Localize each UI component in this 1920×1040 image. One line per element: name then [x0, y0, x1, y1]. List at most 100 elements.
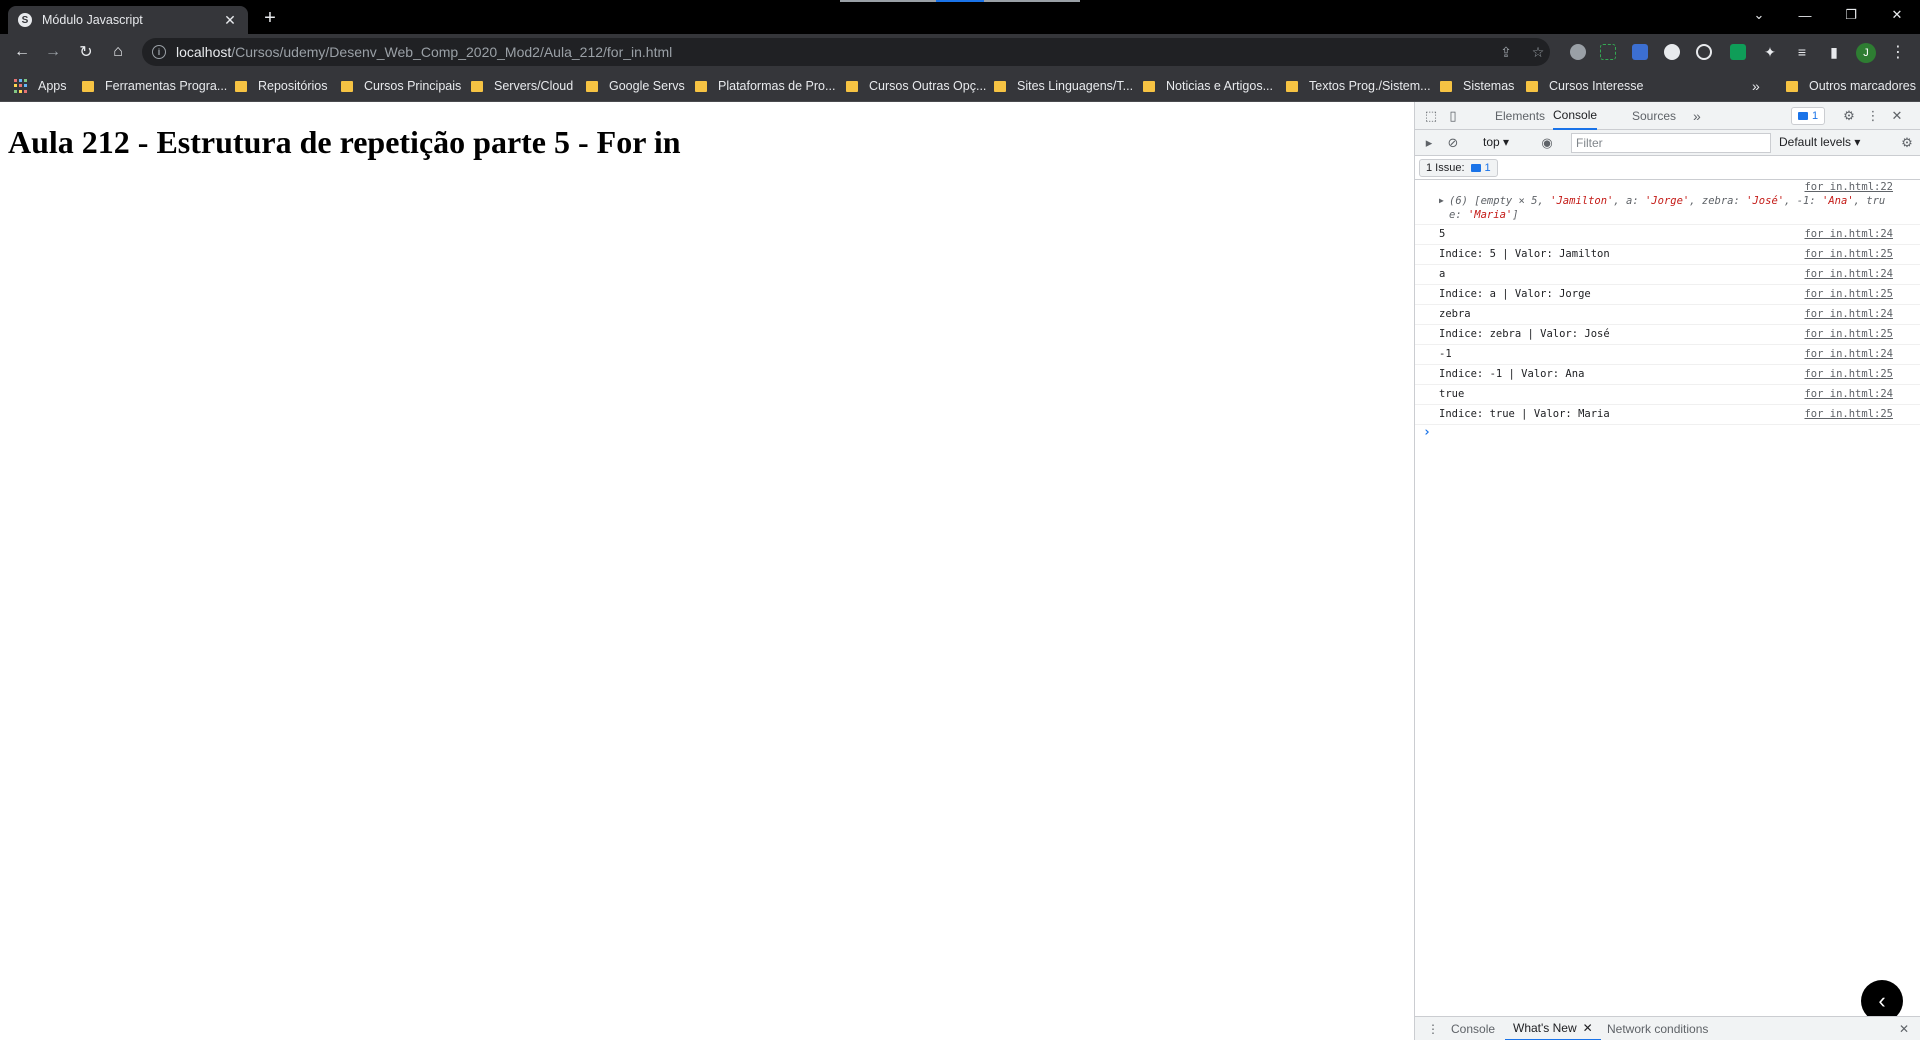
folder-icon — [235, 80, 247, 92]
site-info-icon[interactable]: i — [152, 45, 166, 59]
tab-close-icon[interactable]: ✕ — [222, 12, 238, 29]
bookmark-folder[interactable]: Sistemas — [1440, 70, 1514, 102]
issues-count: 1 — [1484, 162, 1491, 174]
extension-screenshot-icon[interactable] — [1600, 44, 1616, 60]
menu-kebab-icon[interactable]: ⋮ — [1886, 40, 1910, 64]
close-tab-icon[interactable]: ✕ — [1583, 1021, 1593, 1035]
other-bookmarks[interactable]: Outros marcadores — [1786, 70, 1916, 102]
bookmark-folder[interactable]: Repositórios — [235, 70, 327, 102]
tab-sources[interactable]: Sources — [1632, 102, 1676, 130]
inspect-element-icon[interactable]: ⬚ — [1423, 108, 1439, 124]
reload-button[interactable]: ↻ — [74, 40, 98, 64]
array-preview[interactable]: ▶ (6) [empty × 5, 'Jamilton', a: 'Jorge',… — [1439, 194, 1897, 222]
context-label: top — [1483, 135, 1500, 149]
url-path: /Cursos/udemy/Desenv_Web_Comp_2020_Mod2/… — [231, 44, 673, 60]
drawer-tab-network-conditions[interactable]: Network conditions — [1607, 1017, 1708, 1040]
log-levels-label: Default levels — [1779, 135, 1852, 149]
issues-button[interactable]: 1 Issue: 1 — [1419, 159, 1498, 177]
bookmark-folder[interactable]: Cursos Outras Opç... — [846, 70, 986, 102]
extension-green-icon[interactable] — [1730, 44, 1746, 60]
devtools-menu-icon[interactable]: ⋮ — [1865, 108, 1881, 124]
folder-icon — [341, 80, 353, 92]
console-source-link[interactable]: for in.html:22 — [1804, 181, 1893, 193]
expand-triangle-icon[interactable]: ▶ — [1439, 194, 1444, 208]
bookmarks-overflow-button[interactable]: » — [1752, 70, 1760, 102]
address-bar[interactable]: i localhost/Cursos/udemy/Desenv_Web_Comp… — [142, 38, 1550, 66]
console-source-link[interactable]: for in.html:25 — [1804, 368, 1893, 380]
console-source-link[interactable]: for in.html:24 — [1804, 228, 1893, 240]
settings-gear-icon[interactable]: ⚙ — [1841, 108, 1857, 124]
back-button[interactable]: ← — [10, 40, 34, 64]
bookmark-apps[interactable]: Apps — [14, 70, 67, 102]
extension-gear-icon[interactable] — [1570, 44, 1586, 60]
console-source-link[interactable]: for in.html:24 — [1804, 388, 1893, 400]
close-window-button[interactable]: ✕ — [1874, 0, 1920, 30]
bookmark-folder[interactable]: Google Servs — [586, 70, 685, 102]
bookmark-folder[interactable]: Textos Prog./Sistem... — [1286, 70, 1431, 102]
console-message: -1 for in.html:24 — [1415, 345, 1920, 365]
issues-label: 1 Issue: — [1426, 162, 1465, 174]
browser-tab[interactable]: S Módulo Javascript ✕ — [8, 6, 248, 34]
tab-search-chevron-icon[interactable]: ⌄ — [1736, 0, 1782, 30]
array-value: 'Ana' — [1822, 195, 1854, 207]
favicon-icon: S — [18, 13, 32, 27]
bookmark-star-icon[interactable]: ☆ — [1528, 40, 1548, 64]
console-prompt-row[interactable]: › — [1415, 425, 1920, 445]
console-sidebar-icon[interactable]: ▸ — [1421, 135, 1437, 151]
profile-avatar[interactable]: J — [1856, 43, 1876, 63]
tab-strip: S Módulo Javascript ✕ + ⌄ — ❐ ✕ — [0, 0, 1920, 34]
restore-button[interactable]: ❐ — [1828, 0, 1874, 30]
bookmark-folder[interactable]: Cursos Principais — [341, 70, 461, 102]
extension-react-icon[interactable] — [1696, 44, 1712, 60]
drawer-tab-whats-new[interactable]: What's New ✕ — [1505, 1017, 1601, 1040]
bookmark-label: Servers/Cloud — [494, 79, 574, 93]
new-tab-button[interactable]: + — [258, 7, 282, 30]
close-devtools-icon[interactable]: ✕ — [1889, 108, 1905, 124]
drawer-menu-icon[interactable]: ⋮ — [1427, 1017, 1439, 1040]
console-source-link[interactable]: for in.html:25 — [1804, 288, 1893, 300]
close-drawer-icon[interactable]: ✕ — [1899, 1017, 1909, 1040]
console-settings-icon[interactable]: ⚙ — [1899, 135, 1915, 151]
clear-console-icon[interactable]: ⊘ — [1445, 135, 1461, 151]
home-button[interactable]: ⌂ — [106, 40, 130, 64]
bookmark-folder[interactable]: Cursos Interesse — [1526, 70, 1643, 102]
bookmark-folder[interactable]: Sites Linguagens/T... — [994, 70, 1133, 102]
device-toolbar-icon[interactable]: ▯ — [1445, 108, 1461, 124]
forward-button[interactable]: → — [41, 40, 65, 64]
folder-icon — [471, 80, 483, 92]
more-tabs-button[interactable]: » — [1693, 102, 1701, 130]
tab-console[interactable]: Console — [1553, 102, 1598, 130]
tab-title: Módulo Javascript — [42, 13, 143, 27]
tab-elements[interactable]: Elements — [1495, 102, 1545, 130]
extension-circle-icon[interactable] — [1664, 44, 1680, 60]
bookmark-folder[interactable]: Noticias e Artigos... — [1143, 70, 1273, 102]
context-selector[interactable]: top ▾ — [1483, 135, 1509, 149]
bookmark-folder[interactable]: Servers/Cloud — [471, 70, 573, 102]
share-icon[interactable]: ⇪ — [1496, 40, 1516, 64]
console-source-link[interactable]: for in.html:25 — [1804, 328, 1893, 340]
side-panel-icon[interactable]: ▮ — [1822, 40, 1846, 64]
extension-blue-icon[interactable] — [1632, 44, 1648, 60]
log-levels-dropdown[interactable]: Default levels ▾ — [1779, 135, 1860, 149]
console-message: Indice: true | Valor: Maria for in.html:2… — [1415, 405, 1920, 425]
console-source-link[interactable]: for in.html:24 — [1804, 268, 1893, 280]
extensions-puzzle-icon[interactable]: ✦ — [1758, 40, 1782, 64]
bookmark-folder[interactable]: Plataformas de Pro... — [695, 70, 835, 102]
array-key: , zebra: — [1689, 195, 1747, 207]
bookmark-label: Ferramentas Progra... — [105, 79, 228, 93]
reading-list-icon[interactable]: ≡ — [1790, 40, 1814, 64]
console-source-link[interactable]: for in.html:25 — [1804, 408, 1893, 420]
console-source-link[interactable]: for in.html:24 — [1804, 348, 1893, 360]
issues-badge[interactable]: 1 — [1791, 107, 1826, 125]
live-expression-eye-icon[interactable]: ◉ — [1539, 135, 1555, 151]
bookmark-label: Textos Prog./Sistem... — [1309, 79, 1431, 93]
bookmark-folder[interactable]: Ferramentas Progra... — [82, 70, 227, 102]
console-source-link[interactable]: for in.html:25 — [1804, 248, 1893, 260]
minimize-button[interactable]: — — [1782, 0, 1828, 30]
drawer-tab-console[interactable]: Console — [1451, 1017, 1495, 1040]
console-source-link[interactable]: for in.html:24 — [1804, 308, 1893, 320]
console-filter-input[interactable]: Filter — [1571, 133, 1771, 153]
tab-search-indicator-active — [936, 0, 984, 2]
console-object-entry[interactable]: for in.html:22 ▶ (6) [empty × 5, 'Jamilto… — [1415, 180, 1920, 225]
folder-icon — [586, 80, 598, 92]
